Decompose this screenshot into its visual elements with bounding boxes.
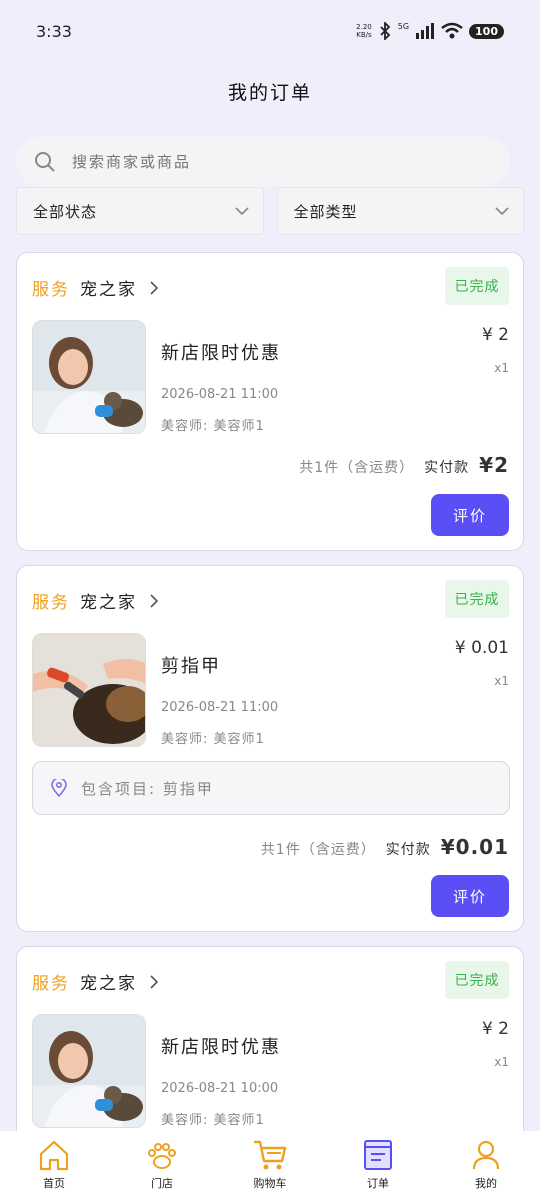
order-shop-header[interactable]: 服务 宠之家 [32,275,161,300]
product-image[interactable] [32,633,146,747]
included-items-text: 包含项目: 剪指甲 [81,779,214,798]
search-bar[interactable] [16,137,510,187]
network-type: 5G [397,22,410,31]
item-name: 新店限时优惠 [161,343,281,364]
chevron-down-icon [495,207,509,216]
bluetooth-icon [380,22,391,40]
search-input[interactable] [72,153,452,171]
nav-item-home[interactable]: 首页 [14,1137,94,1191]
location-pin-icon [51,779,67,797]
status-filter-label: 全部状态 [33,202,98,221]
page-title: 我的订单 [227,82,312,104]
product-image[interactable] [32,320,146,434]
order-card[interactable]: 服务 宠之家 已完成 新店限时优惠 2026-08-21 11:00 美容师: … [16,252,524,551]
order-icon [364,1140,392,1170]
nav-item-profile[interactable]: 我的 [446,1137,526,1191]
paid-total: ¥2 [479,453,509,477]
paid-label: 实付款 [424,460,470,476]
item-name: 新店限时优惠 [161,1037,281,1058]
nav-label: 购物车 [253,1177,287,1190]
chevron-right-icon [150,593,159,608]
order-card[interactable]: 服务 宠之家 已完成 剪指甲 2026-08-21 11:00 美容师: 美容师… [16,565,524,932]
groomer-name: 美容师: 美容师1 [161,1113,265,1128]
item-count: 共1件（含运费） [299,460,415,476]
review-button[interactable]: 评价 [431,875,509,917]
paid-label: 实付款 [385,842,431,858]
paw-icon [148,1143,176,1169]
shop-name: 宠之家 [80,974,137,994]
item-quantity: x1 [494,674,509,688]
appointment-time: 2026-08-21 11:00 [161,700,279,715]
nav-label: 门店 [151,1177,173,1190]
wifi-icon [441,22,463,39]
user-icon [472,1140,500,1170]
status-time: 3:33 [36,21,72,41]
item-count: 共1件（含运费） [260,842,376,858]
bottom-nav: 首页 门店 购物车 订单 我的 [0,1131,540,1200]
order-shop-header[interactable]: 服务 宠之家 [32,588,161,613]
status-badge: 已完成 [445,961,509,999]
nav-item-cart[interactable]: 购物车 [230,1137,310,1191]
groomer-name: 美容师: 美容师1 [161,419,265,434]
nav-item-orders[interactable]: 订单 [338,1137,418,1191]
signal-icon [416,23,435,39]
chevron-right-icon [150,974,159,989]
type-filter-dropdown[interactable]: 全部类型 [276,187,524,235]
status-badge: 已完成 [445,267,509,305]
type-filter-label: 全部类型 [293,202,358,221]
appointment-time: 2026-08-21 10:00 [161,1081,279,1096]
appointment-time: 2026-08-21 11:00 [161,387,279,402]
item-name: 剪指甲 [161,656,221,677]
shop-name: 宠之家 [80,593,137,613]
chevron-right-icon [150,280,159,295]
service-tag: 服务 [32,593,70,613]
search-icon [35,152,55,172]
review-button[interactable]: 评价 [431,494,509,536]
shop-name: 宠之家 [80,280,137,300]
home-icon [39,1140,69,1171]
product-image[interactable] [32,1014,146,1128]
status-icons: 2.20 KB/s 5G 100 [356,22,504,40]
service-tag: 服务 [32,974,70,994]
included-items: 包含项目: 剪指甲 [32,761,510,815]
chevron-down-icon [234,207,249,216]
item-quantity: x1 [494,361,509,375]
item-price: ¥ 0.01 [454,638,509,658]
status-badge: 已完成 [445,580,509,618]
item-price: ¥ 2 [481,325,509,345]
order-shop-header[interactable]: 服务 宠之家 [32,969,161,994]
order-summary: 共1件（含运费） 实付款 ¥0.01 [261,835,509,859]
nav-label: 订单 [367,1177,389,1190]
item-quantity: x1 [494,1055,509,1069]
paid-total: ¥0.01 [440,835,509,859]
nav-item-stores[interactable]: 门店 [122,1137,202,1191]
service-tag: 服务 [32,280,70,300]
nav-label: 首页 [43,1177,65,1190]
status-bar: 3:33 2.20 KB/s 5G 100 [0,0,540,62]
filter-bar: 全部状态 全部类型 [16,187,524,235]
order-summary: 共1件（含运费） 实付款 ¥2 [299,453,509,477]
cart-icon [254,1140,287,1170]
groomer-name: 美容师: 美容师1 [161,732,265,747]
status-filter-dropdown[interactable]: 全部状态 [16,187,264,235]
network-speed: 2.20 KB/s [356,23,372,39]
item-price: ¥ 2 [481,1019,509,1039]
nav-label: 我的 [475,1177,497,1190]
battery-indicator: 100 [469,23,504,39]
